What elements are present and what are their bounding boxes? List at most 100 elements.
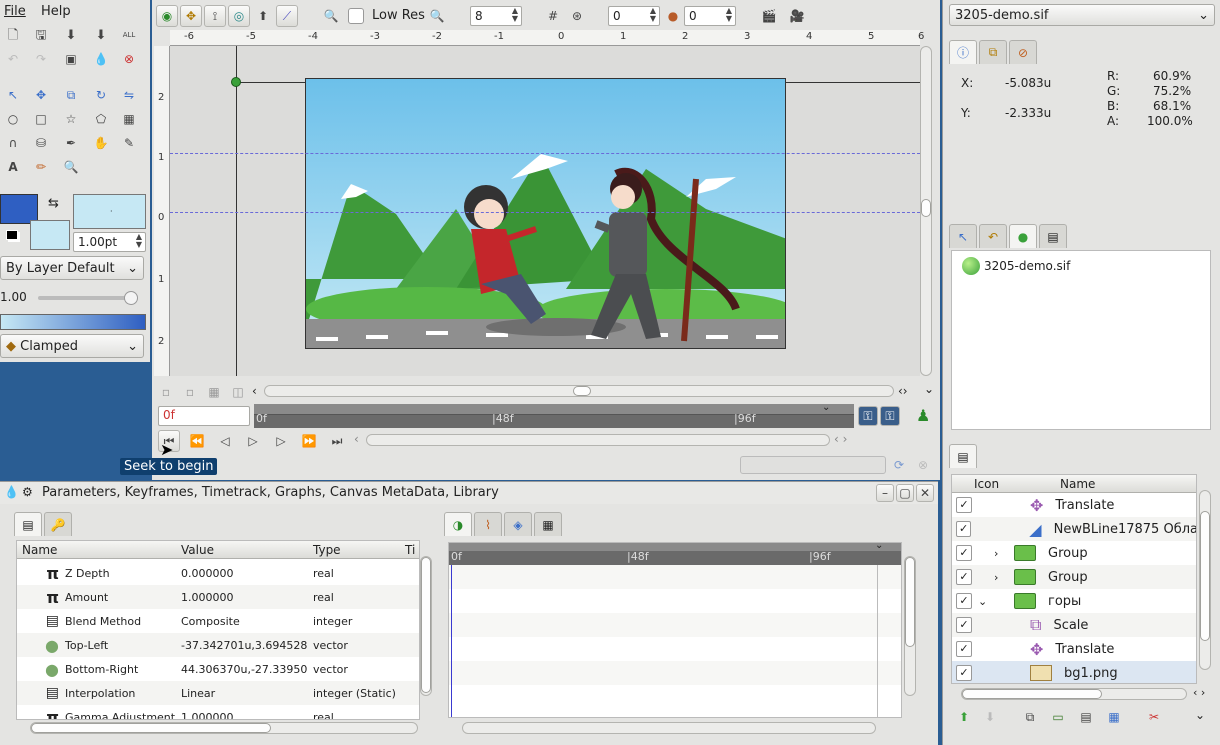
column-header-type[interactable]: Type	[313, 543, 341, 557]
canvas-vscroll[interactable]	[920, 46, 932, 376]
new-file-icon[interactable]: 🗋	[2, 24, 24, 46]
minimize-icon[interactable]: –	[876, 484, 894, 502]
brush-width-field[interactable]: 1.00pt ▲ ▼	[73, 232, 146, 252]
column-header-value[interactable]: Value	[181, 543, 214, 557]
tab-sets[interactable]: ▤	[1039, 224, 1067, 248]
file-selector[interactable]: 3205-demo.sif ⌄	[949, 4, 1215, 26]
timetrack-hscroll[interactable]	[462, 722, 876, 734]
tab-canvas-metadata[interactable]: ◈	[504, 512, 532, 536]
tab-graphs[interactable]: ⌇	[474, 512, 502, 536]
expander-icon[interactable]: ⌄	[978, 595, 1014, 608]
lower-layer-icon[interactable]: ⬇	[979, 706, 1001, 728]
polygon-tool-icon[interactable]: ⬠	[90, 108, 112, 130]
tab-history[interactable]: ↶	[979, 224, 1007, 248]
layer-row[interactable]: ✓ ⌄ горы	[952, 589, 1196, 613]
tab-library[interactable]: 🔑	[44, 512, 72, 536]
show-ducks-icon[interactable]: ⟟	[204, 5, 226, 27]
opacity-slider[interactable]	[38, 291, 138, 305]
scroll-thumb[interactable]	[962, 689, 1102, 699]
scroll-thumb[interactable]	[905, 557, 915, 647]
bone-tool-icon[interactable]: ✋	[90, 132, 112, 154]
column-header-name[interactable]: Name	[22, 543, 57, 557]
bone-icon[interactable]: ⟋	[276, 5, 298, 27]
param-row[interactable]: π Amount 1.000000 real	[17, 585, 419, 609]
rotate-tool-icon[interactable]: ↻	[90, 84, 112, 106]
layer-visibility-checkbox[interactable]: ✓	[956, 617, 972, 633]
vertex-icon[interactable]: ⬆	[252, 5, 274, 27]
render-icon[interactable]: ▣	[60, 48, 82, 70]
fill-color-swatch[interactable]	[30, 220, 70, 250]
toggle-icon[interactable]: ▫	[182, 384, 198, 400]
opacity-slider-handle[interactable]	[124, 291, 138, 305]
layer-visibility-checkbox[interactable]: ✓	[956, 593, 972, 609]
next-keyframe-icon[interactable]: ⏩	[298, 430, 320, 452]
layer-row[interactable]: ✓ › Group	[952, 541, 1196, 565]
tab-info[interactable]: ⓘ	[949, 40, 977, 64]
layer-visibility-checkbox[interactable]: ✓	[956, 641, 972, 657]
scale-tool-icon[interactable]: ⧉	[60, 84, 82, 106]
canvas-hscroll[interactable]	[264, 385, 894, 397]
group-layers-icon[interactable]: ⧉	[1019, 706, 1041, 728]
fill-tool-icon[interactable]: ⛁	[30, 132, 52, 154]
scroll-thumb[interactable]	[1200, 511, 1210, 641]
animation-mode-person-icon[interactable]: ♟	[916, 406, 930, 425]
menu-help[interactable]: Help	[41, 4, 71, 19]
onion-past-spin[interactable]: 0 ▲ ▼	[608, 6, 660, 26]
tab-timetrack[interactable]: ◑	[444, 512, 472, 536]
raise-layer-icon[interactable]: ⬆	[953, 706, 975, 728]
merge-layers-icon[interactable]: ▦	[1103, 706, 1125, 728]
layers-vscroll[interactable]	[1199, 490, 1211, 670]
encapsulate-icon[interactable]: ▭	[1047, 706, 1069, 728]
zoom-out-icon[interactable]: 🔍	[426, 5, 448, 27]
chevron-down-icon[interactable]: ⌄	[1195, 708, 1205, 722]
close-doc-icon[interactable]: ⊗	[118, 48, 140, 70]
layer-visibility-checkbox[interactable]: ✓	[956, 569, 972, 585]
scroll-arrows-icon[interactable]: ‹ ›	[1193, 686, 1205, 699]
scroll-thumb[interactable]	[921, 199, 931, 217]
show-guides-icon[interactable]: ✥	[180, 5, 202, 27]
layer-row[interactable]: ✓ ⧉ Scale	[952, 613, 1196, 637]
sketch-tool-icon[interactable]: ✏	[30, 156, 52, 178]
canvas-browser-item[interactable]: 3205-demo.sif	[962, 257, 1070, 275]
redo-icon[interactable]: ↷	[30, 48, 52, 70]
next-frame-icon[interactable]: ▷	[270, 430, 292, 452]
eyedropper-tool-icon[interactable]: ✎	[118, 132, 140, 154]
brush-preview[interactable]: ·	[73, 194, 146, 229]
circle-tool-icon[interactable]: ○	[2, 108, 24, 130]
toggle-icon[interactable]: ▫	[158, 384, 174, 400]
blend-method-select[interactable]: By Layer Default ⌄	[0, 256, 144, 280]
smooth-move-tool-icon[interactable]: ✥	[30, 84, 52, 106]
param-row[interactable]: ● Top-Left -37.342701u,3.694528 vector	[17, 633, 419, 657]
layer-row[interactable]: ✓ ✥ Translate	[952, 493, 1196, 517]
zoom-fit-icon[interactable]: ⌄	[924, 382, 934, 396]
work-area[interactable]	[170, 46, 920, 376]
quality-spin[interactable]: 8 ▲ ▼	[470, 6, 522, 26]
interpolation-select[interactable]: ◆ Clamped ⌄	[0, 334, 144, 358]
gradient-tool-icon[interactable]: ▦	[118, 108, 140, 130]
cut-icon[interactable]: ✂	[1143, 706, 1165, 728]
scroll-left-icon[interactable]: ‹	[252, 384, 257, 398]
seek-to-end-icon[interactable]: ⏭	[326, 430, 348, 452]
save-icon[interactable]: ⬇	[60, 24, 82, 46]
rectangle-tool-icon[interactable]: □	[30, 108, 52, 130]
scroll-left-icon[interactable]: ‹	[354, 432, 359, 446]
column-header-time[interactable]: Ti	[405, 543, 415, 557]
layer-row[interactable]: ✓ › Group	[952, 565, 1196, 589]
maximize-icon[interactable]: ▢	[896, 484, 914, 502]
tab-layers[interactable]: ▤	[949, 444, 977, 468]
origin-handle[interactable]	[231, 77, 241, 87]
play-icon[interactable]: ▷	[242, 430, 264, 452]
time-zoom-scroll[interactable]	[366, 434, 830, 446]
grid-icon[interactable]: #	[542, 5, 564, 27]
duplicate-layer-icon[interactable]: ▤	[1075, 706, 1097, 728]
current-time-field[interactable]: 0f	[158, 406, 250, 426]
param-row[interactable]: πZ Depth 0.000000 real	[17, 561, 419, 585]
timetrack-vscroll[interactable]	[904, 556, 916, 696]
tab-tool-options[interactable]: ↖	[949, 224, 977, 248]
reset-colors-icon[interactable]	[6, 230, 18, 240]
save-as-icon[interactable]: ⬇	[90, 24, 112, 46]
transform-tool-icon[interactable]: ↖	[2, 84, 24, 106]
tab-navigator-compass[interactable]: ⊘	[1009, 40, 1037, 64]
animate-mode-icon[interactable]: ◉	[156, 5, 178, 27]
zoom-tool-icon[interactable]: 🔍	[60, 156, 82, 178]
